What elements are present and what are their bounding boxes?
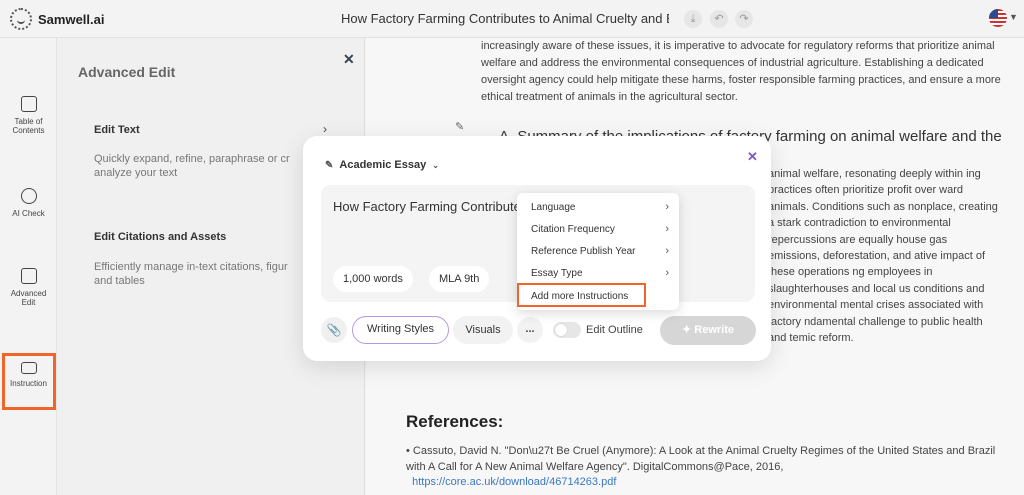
app-logo[interactable]: Samwell.ai — [10, 8, 104, 30]
redo-icon[interactable]: ↷ — [735, 10, 753, 28]
instruction-highlight-box — [2, 353, 56, 410]
menu-item-label: Reference Publish Year — [531, 246, 636, 257]
download-icon[interactable]: ⤓ — [684, 10, 702, 28]
chevron-right-icon: › — [665, 245, 669, 257]
chevron-down-icon[interactable]: ▼ — [1009, 12, 1018, 22]
citation-style-pill[interactable]: MLA 9th — [429, 266, 490, 292]
references-title: References: — [406, 412, 504, 431]
rewrite-button[interactable]: ✦ Rewrite — [660, 316, 756, 345]
top-bar: Samwell.ai How Factory Farming Contribut… — [0, 0, 1024, 38]
left-rail: Table of Contents AI Check Advanced Edit… — [0, 38, 57, 495]
undo-icon[interactable]: ↶ — [710, 10, 728, 28]
menu-item-label: Language — [531, 202, 576, 213]
edit-outline-toggle[interactable] — [553, 322, 581, 338]
document-title[interactable]: How Factory Farming Contributes to Anima… — [341, 11, 669, 26]
visuals-button[interactable]: Visuals — [453, 316, 513, 344]
rail-item-advanced-edit[interactable]: Advanced Edit — [0, 268, 57, 307]
more-options-button[interactable]: ... — [517, 317, 543, 343]
edit-citations-desc: Efficiently manage in-text citations, fi… — [94, 261, 288, 287]
book-icon — [20, 96, 37, 112]
essay-type-label: Academic Essay — [339, 159, 427, 171]
edit-icon — [20, 268, 37, 284]
magic-wand-icon: ✎ — [325, 159, 334, 171]
writing-styles-button[interactable]: Writing Styles — [352, 316, 449, 344]
edit-citations-title[interactable]: Edit Citations and Assets — [94, 231, 226, 243]
menu-item-reference-publish-year[interactable]: Reference Publish Year › — [531, 245, 669, 257]
rewrite-label: Rewrite — [694, 324, 735, 336]
doc-paragraph-partial: animal welfare, resonating deeply within… — [768, 168, 998, 345]
app-name: Samwell.ai — [38, 11, 105, 27]
chevron-right-icon: › — [665, 267, 669, 279]
edit-text-title[interactable]: Edit Text — [94, 124, 140, 136]
samwell-logo-icon — [10, 8, 32, 30]
rail-item-label: Advanced Edit — [10, 289, 47, 307]
rail-item-ai-check[interactable]: AI Check — [0, 188, 57, 218]
chevron-right-icon: › — [665, 201, 669, 213]
pencil-icon[interactable]: ✎ — [455, 120, 464, 133]
menu-item-citation-frequency[interactable]: Citation Frequency › — [531, 223, 669, 235]
reference-link[interactable]: https://core.ac.uk/download/46714263.pdf — [412, 476, 616, 488]
rail-item-table-of-contents[interactable]: Table of Contents — [0, 96, 57, 135]
chevron-down-icon: ⌄ — [432, 160, 439, 170]
attachment-icon[interactable]: 📎 — [321, 317, 347, 343]
ai-check-icon — [20, 188, 37, 204]
rail-item-label: Table of Contents — [12, 117, 45, 135]
doc-paragraph: increasingly aware of these issues, it i… — [481, 40, 1001, 103]
sparkle-icon: ✦ — [681, 324, 692, 336]
menu-item-label: Citation Frequency — [531, 224, 615, 235]
close-icon[interactable]: ✕ — [343, 51, 355, 68]
essay-type-selector[interactable]: ✎ Academic Essay ⌄ — [325, 159, 439, 171]
edit-outline-label: Edit Outline — [586, 324, 643, 336]
panel-title: Advanced Edit — [78, 64, 176, 80]
chevron-right-icon[interactable]: › — [323, 122, 327, 136]
rail-item-label: AI Check — [12, 209, 45, 218]
us-flag-icon[interactable] — [989, 9, 1007, 27]
menu-item-language[interactable]: Language › — [531, 201, 669, 213]
word-count-pill[interactable]: 1,000 words — [333, 266, 413, 292]
menu-item-essay-type[interactable]: Essay Type › — [531, 267, 669, 279]
menu-item-label: Essay Type — [531, 268, 583, 279]
close-icon[interactable]: ✕ — [747, 149, 758, 165]
add-instructions-highlight-box — [517, 283, 646, 307]
reference-text: Cassuto, David N. "Don\u27t Be Cruel (An… — [406, 445, 996, 473]
edit-text-desc: Quickly expand, refine, paraphrase or cr… — [94, 153, 290, 179]
reference-item: • Cassuto, David N. "Don\u27t Be Cruel (… — [406, 445, 996, 488]
chevron-right-icon: › — [665, 223, 669, 235]
